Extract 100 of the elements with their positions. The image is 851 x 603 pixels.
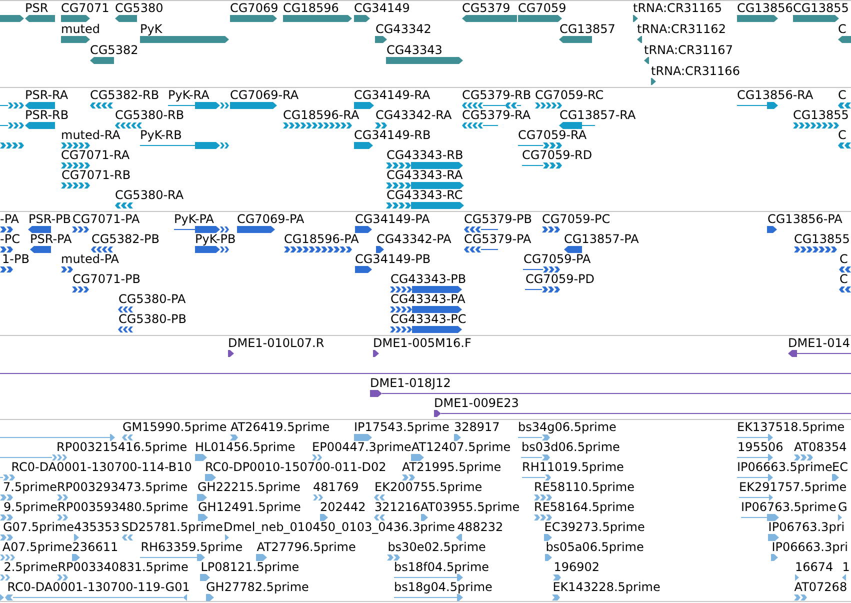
feature-label: GH22215.5prime	[198, 481, 300, 494]
feature-label: CG7059-PC	[542, 213, 610, 226]
feature-label: RC0-DA0001-130700-119-G01	[7, 581, 190, 594]
feature-label: CG13856	[737, 2, 793, 15]
feature-label: CG13855	[793, 109, 849, 122]
feature-label: DME1-014	[788, 337, 850, 350]
feature-label: CG7071-RA	[61, 149, 130, 162]
feature-label: CG7071-PA	[72, 213, 140, 226]
feature-label: 9.5prime	[4, 501, 58, 514]
feature-label: CG13855	[794, 233, 850, 246]
feature-label: bs34g06.5prime	[518, 421, 616, 434]
feature-label: IP17543.5prime	[354, 421, 450, 434]
feature-label: tRNA:CR31167	[644, 44, 733, 57]
feature-label: CG7059-RD	[522, 149, 592, 162]
feature-label: DME1-005M16.F	[373, 337, 472, 350]
feature-label: RE58164.5prime	[534, 501, 634, 514]
feature-label: GH12491.5prime	[198, 501, 301, 514]
feature-label: CG7059-RA	[518, 129, 587, 142]
feature-label: A07.5prime	[2, 541, 72, 554]
feature-label: CG43343-RA	[386, 169, 463, 182]
feature-label: EC	[832, 461, 848, 474]
feature-label: DME1-009E23	[434, 397, 519, 410]
feature-label: C	[838, 89, 846, 102]
feature-label: C	[840, 253, 848, 266]
feature-label: bs18f04.5prime	[394, 561, 490, 574]
feature-label: CG7071-PB	[72, 273, 141, 286]
feature-label: muted-PA	[61, 253, 120, 266]
feature-label: tRNA:CR31165	[633, 2, 722, 15]
feature-label: LP08121.5prime	[200, 561, 300, 574]
feature-label: CG5380-PB	[118, 313, 187, 326]
feature-label: CG5379-PB	[464, 213, 532, 226]
feature-label: RP003293473.5prime	[57, 481, 188, 494]
feature-label: CG18596	[283, 2, 339, 15]
feature-label: 2.5prime	[4, 561, 58, 574]
feature-label: 321216	[374, 501, 420, 514]
feature-label: PSR-PA	[30, 233, 72, 246]
feature-label: CG5382	[90, 44, 138, 57]
feature-label: CG18596-PA	[284, 233, 359, 246]
feature-label: AT21995.5prime	[402, 461, 502, 474]
feature-label: CG18596-RA	[283, 109, 360, 122]
feature-label: CG7069-PA	[237, 213, 304, 226]
feature-label: 481769	[313, 481, 359, 494]
feature-label: CG43343	[386, 44, 442, 57]
feature-label: CG5380-RA	[115, 189, 184, 202]
feature-label: RH11019.5prime	[522, 461, 624, 474]
feature-label: C	[838, 129, 846, 142]
feature-label: EK291757.5prime	[739, 481, 847, 494]
feature-label: RP003215416.5prime	[56, 441, 188, 454]
feature-label: -PC	[0, 233, 20, 246]
feature-label: CG43342-RA	[376, 109, 452, 122]
feature-label: 328917	[454, 421, 500, 434]
feature-label: CG34149-PA	[355, 213, 430, 226]
feature-label: CG5382-RB	[90, 89, 160, 102]
feature-label: 488232	[457, 521, 504, 534]
feature-label: PyK	[140, 22, 162, 36]
feature-label: RP003340831.5prime	[58, 561, 188, 574]
feature-label: AT03955.5prime	[420, 501, 520, 514]
feature-label: RC0-DA0001-130700-114-B10	[11, 461, 192, 474]
feature-label: Dmel_neb_010450_0103_0436.3prime	[224, 521, 456, 534]
feature-label: AT07268	[794, 581, 848, 594]
feature-label: CG43342	[376, 22, 432, 36]
feature-label: bs30e02.5prime	[388, 541, 486, 554]
feature-label: IP06663.5prime	[737, 461, 832, 474]
feature-label: RC0-DP0010-150700-011-D02	[205, 461, 386, 474]
feature-label: DME1-018J12	[370, 377, 451, 390]
feature-label: tRNA:CR31162	[637, 22, 726, 36]
feature-label: PSR-PB	[28, 213, 72, 226]
feature-label: CG7059-PA	[524, 253, 591, 266]
feature-label: CG43343-RC	[386, 189, 463, 202]
feature-label: CG5382-PB	[92, 233, 160, 246]
feature-label: PyK-RB	[140, 129, 182, 142]
feature-label: CG5379-RA	[462, 109, 531, 122]
feature-label: CG13856-PA	[768, 213, 842, 226]
feature-label: PyK-PA	[174, 213, 214, 226]
feature-label: 7.5prime	[3, 481, 58, 494]
feature-label: CG7059-RC	[535, 89, 604, 102]
feature-label: IP06763.3pri	[768, 521, 845, 534]
feature-label: GM15990.5prime	[122, 421, 227, 434]
feature-label: CG5379-PA	[464, 233, 532, 246]
feature-label: CG5379	[462, 2, 510, 15]
feature-label: CG5380	[115, 2, 164, 15]
feature-label: muted	[61, 22, 100, 36]
feature-label: CG43343-PA	[390, 293, 466, 306]
feature-label: CG5379-RB	[462, 89, 532, 102]
feature-label: PSR-RA	[25, 89, 68, 102]
feature-label: CG5380-PA	[118, 293, 186, 306]
feature-label: 195506	[738, 441, 784, 454]
feature-label: HL01456.5prime	[195, 441, 296, 454]
feature-label: 435353	[74, 521, 120, 534]
feature-label: -PA	[0, 213, 20, 226]
feature-label: C	[838, 22, 846, 36]
feature-label: C	[840, 273, 848, 286]
feature-label: 202442	[320, 501, 366, 514]
feature-label: CG43342-PA	[376, 233, 452, 246]
feature-label: CG13856-RA	[737, 89, 814, 102]
feature-label: SD25781.5prime	[122, 521, 223, 534]
feature-label: IP06663.3pri	[772, 541, 848, 554]
feature-label: CG43343-PC	[390, 313, 466, 326]
feature-label: 236611	[72, 541, 118, 554]
feature-label: RH63359.5prime	[140, 541, 243, 554]
